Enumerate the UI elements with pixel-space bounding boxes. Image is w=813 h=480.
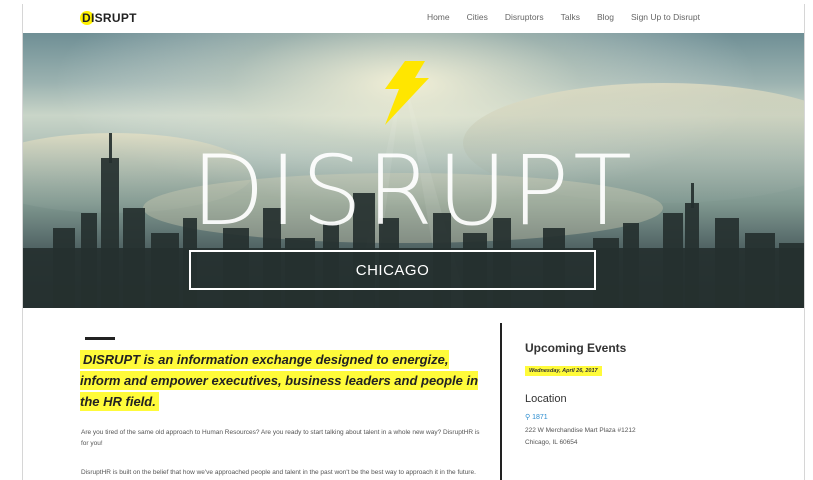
location-title: Location xyxy=(525,393,567,405)
nav-disruptors[interactable]: Disruptors xyxy=(505,12,544,22)
address-line-1: 222 W Merchandise Mart Plaza #1212 xyxy=(525,427,636,434)
nav-home[interactable]: Home xyxy=(427,12,450,22)
column-divider xyxy=(500,323,502,480)
hero-title: DISRUPT xyxy=(191,135,636,247)
nav-talks[interactable]: Talks xyxy=(561,12,580,22)
intro-paragraph-2: DisruptHR is built on the belief that ho… xyxy=(81,469,476,476)
city-button[interactable]: CHICAGO xyxy=(189,250,596,290)
city-label: CHICAGO xyxy=(355,261,430,279)
nav-sign-up[interactable]: Sign Up to Disrupt xyxy=(631,12,700,22)
event-date-badge: Wednesday, April 26, 2017 xyxy=(525,366,602,376)
upcoming-events-title: Upcoming Events xyxy=(525,341,627,355)
venue-name[interactable]: 1871 xyxy=(532,414,548,421)
main-nav: Home Cities Disruptors Talks Blog Sign U… xyxy=(427,12,700,22)
nav-blog[interactable]: Blog xyxy=(597,12,614,22)
page-frame: DISRUPT Home Cities Disruptors Talks Blo… xyxy=(22,4,805,480)
site-logo[interactable]: DISRUPT xyxy=(82,11,137,27)
hero-banner: DISRUPT CHICAGO xyxy=(23,33,804,308)
section-dash xyxy=(85,337,115,340)
main-content: DISRUPT is an information exchange desig… xyxy=(23,308,804,480)
intro-lede: DISRUPT is an information exchange desig… xyxy=(80,349,480,412)
address-line-2: Chicago, IL 60654 xyxy=(525,439,578,446)
lede-highlight: DISRUPT is an information exchange desig… xyxy=(80,350,479,411)
intro-paragraph-1: Are you tired of the same old approach t… xyxy=(81,429,480,447)
header: DISRUPT Home Cities Disruptors Talks Blo… xyxy=(23,4,804,34)
logo-text[interactable]: DISRUPT xyxy=(82,11,137,25)
venue-link[interactable]: ⚲ 1871 xyxy=(525,413,548,421)
nav-cities[interactable]: Cities xyxy=(467,12,488,22)
map-pin-icon: ⚲ xyxy=(525,414,531,421)
